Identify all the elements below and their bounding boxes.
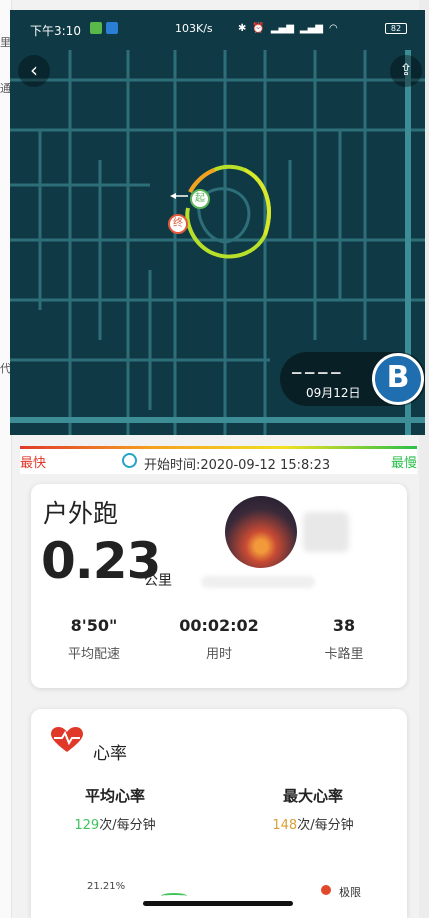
status-time: 下午3:10 [30, 24, 81, 38]
run-date: 09月12日 [306, 386, 361, 400]
route-map[interactable]: 起 终 ▁ ▁ ▁ ▁ 09月12日 B [10, 10, 425, 435]
alarm-icon: ⏰ [252, 23, 265, 34]
signal-icon: ▂▄▆ [299, 23, 323, 34]
avg-heart-rate: 平均心率 129次/每分钟 [35, 785, 195, 833]
heart-rate-unit: 次/每分钟 [297, 818, 354, 833]
stat-label: 用时 [205, 647, 232, 662]
summary-card: 户外跑 0.23 公里 8'50" 平均配速 00:02:02 用时 38 卡路… [31, 484, 407, 688]
battery-icon: 82 [385, 23, 407, 34]
bluetooth-icon: ✱ [238, 23, 247, 34]
pace-legend: 最快 开始时间:2020-09-12 15:8:23 最慢 [20, 446, 417, 474]
max-heart-rate-value: 148 [272, 818, 298, 833]
distance-unit: 公里 [144, 573, 172, 589]
avg-heart-rate-value: 129 [74, 818, 100, 833]
share-button[interactable]: ⇪ [390, 55, 422, 87]
stat-value: 8'50" [70, 616, 118, 635]
stat-avg-pace: 8'50" 平均配速 [39, 616, 149, 662]
network-speed: 103K/s [175, 22, 213, 35]
heart-zone-chart-arc [161, 893, 187, 899]
heart-rate-card: 心率 平均心率 129次/每分钟 最大心率 148次/每分钟 21.21% 极限 [31, 709, 407, 918]
heart-rate-icon [51, 727, 83, 752]
heart-zone-percent: 21.21% [87, 881, 126, 892]
user-date-pill: ▁ ▁ ▁ ▁ 09月12日 B [280, 352, 425, 406]
stat-value: 38 [332, 616, 356, 635]
sport-type: 户外跑 [43, 499, 119, 528]
signal-icon: ▂▄▆ [270, 23, 294, 34]
max-heart-rate-label: 最大心率 [282, 787, 343, 805]
end-marker: 终 [168, 214, 188, 234]
zone-legend-label: 极限 [339, 886, 361, 899]
heart-rate-title: 心率 [93, 744, 127, 764]
app-notification-icon [106, 22, 118, 34]
stat-value: 00:02:02 [179, 616, 259, 635]
back-button[interactable]: ‹ [18, 55, 50, 87]
fastest-label: 最快 [20, 456, 47, 471]
wifi-icon: ◠ [329, 23, 338, 34]
stat-label: 卡路里 [324, 647, 364, 662]
start-marker: 起 [190, 189, 210, 209]
stat-label: 平均配速 [67, 647, 120, 662]
blurred-user-info [303, 512, 349, 552]
heart-rate-unit: 次/每分钟 [99, 818, 156, 833]
home-indicator[interactable] [143, 901, 293, 906]
zone-legend-dot [321, 885, 331, 895]
blurred-username: ▁ ▁ ▁ ▁ [292, 360, 341, 374]
system-icons: ✱ ⏰ ▂▄▆ ▂▄▆ ◠ [238, 23, 338, 34]
stat-duration: 00:02:02 用时 [164, 616, 274, 662]
avatar[interactable] [225, 496, 297, 568]
blurred-user-info [201, 576, 315, 588]
slowest-label: 最慢 [390, 456, 417, 471]
stat-calories: 38 卡路里 [289, 616, 399, 662]
app-logo-icon: B [372, 353, 424, 405]
app-notification-icon [90, 22, 102, 34]
start-time: 开始时间:2020-09-12 15:8:23 [144, 458, 331, 473]
status-bar: 下午3:10 103K/s ✱ ⏰ ▂▄▆ ▂▄▆ ◠ 82 [10, 10, 425, 48]
distance-value: 0.23 [41, 532, 161, 590]
clock-icon [122, 453, 137, 468]
avg-heart-rate-label: 平均心率 [84, 787, 145, 805]
pace-gradient-bar [20, 446, 417, 449]
max-heart-rate: 最大心率 148次/每分钟 [233, 785, 393, 833]
notification-icons [90, 22, 118, 34]
